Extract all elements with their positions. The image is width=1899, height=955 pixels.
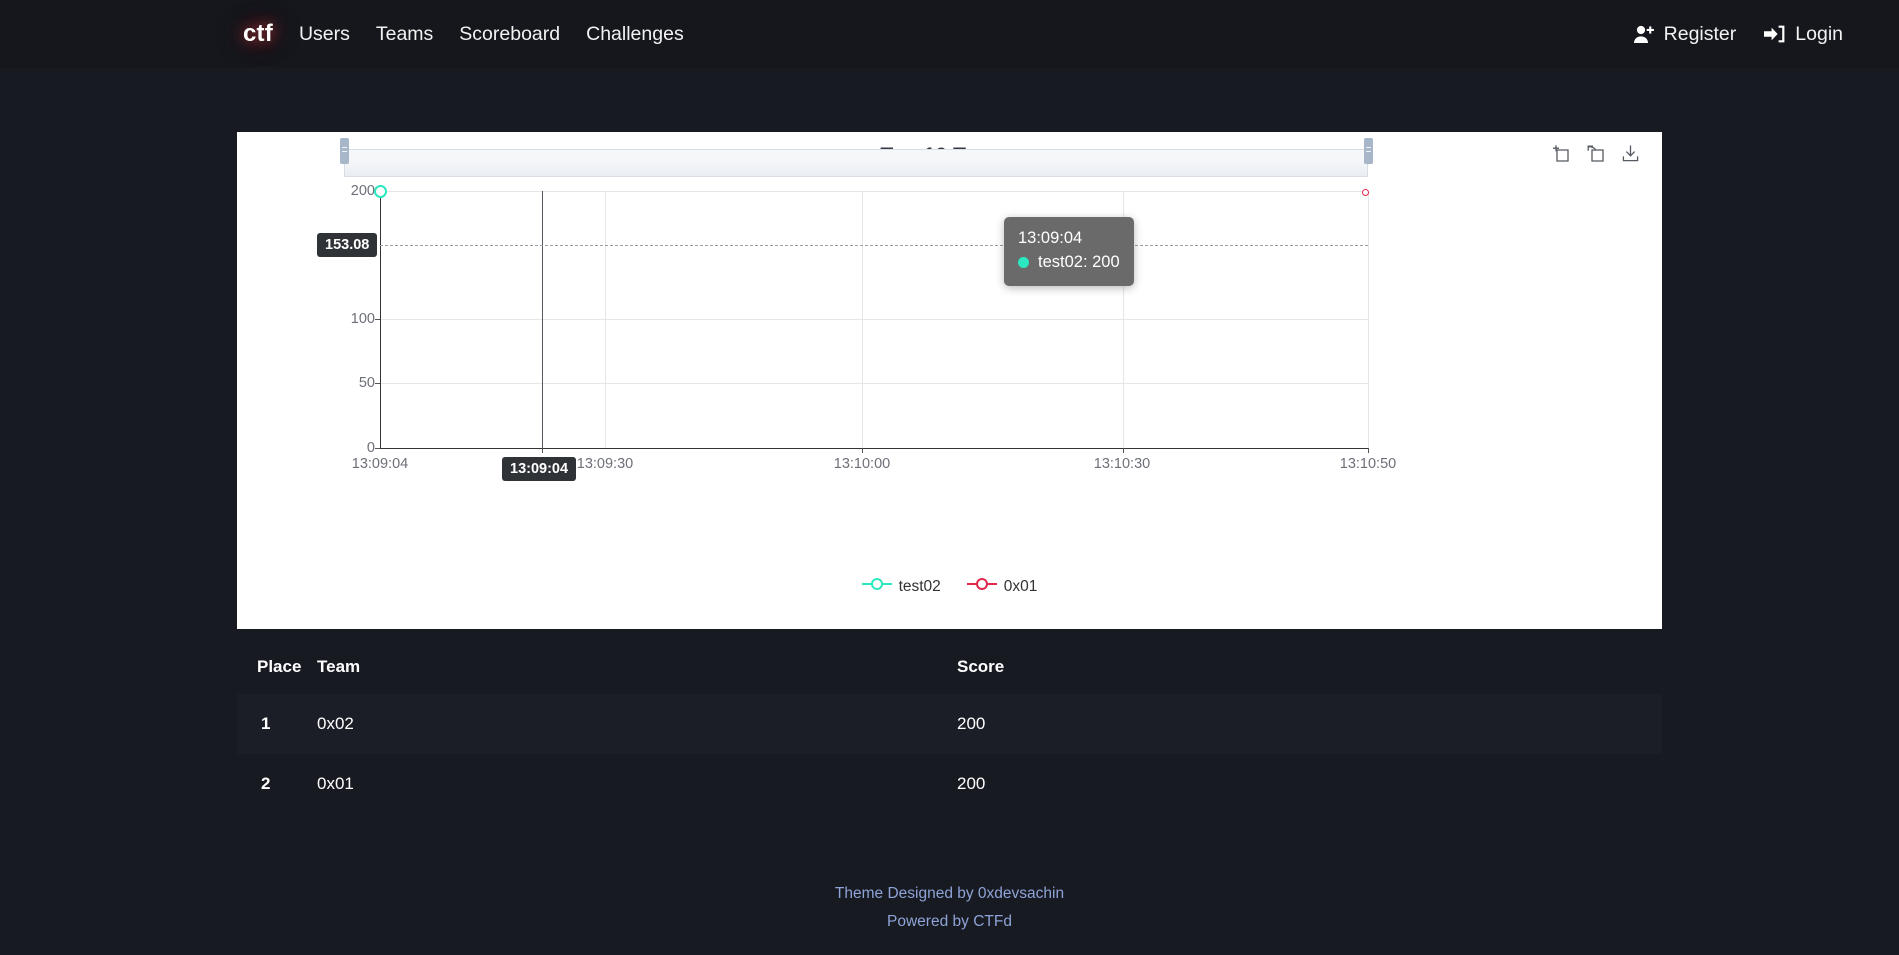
- chart-legend: test02 0x01: [237, 577, 1662, 596]
- register-button[interactable]: Register: [1633, 22, 1737, 46]
- tooltip-series-dot-icon: [1018, 257, 1029, 269]
- x-tick-3: 13:10:30: [1093, 456, 1151, 472]
- navbar-left-group: ctf Users Teams Scoreboard Challenges: [243, 20, 710, 48]
- scoreboard-chart-card: Top 10 Teams: [237, 132, 1662, 629]
- y-tick-0: 0: [366, 440, 375, 456]
- legend-label-0x01: 0x01: [1003, 577, 1038, 595]
- nav-link-users[interactable]: Users: [299, 23, 350, 46]
- table-row[interactable]: 1 0x02 200: [237, 694, 1662, 754]
- legend-item-test02[interactable]: test02: [861, 577, 941, 596]
- cell-place: 1: [261, 714, 271, 733]
- chart-tooltip: 13:09:04 test02: 200: [1004, 217, 1134, 286]
- y-axis-pointer-line: [380, 245, 1368, 246]
- theme-credit-link[interactable]: Theme Designed by 0xdevsachin: [835, 885, 1064, 902]
- y-tick-mark-100: [375, 319, 380, 320]
- cell-team[interactable]: 0x02: [317, 714, 957, 734]
- y-tick-200: 200: [350, 183, 375, 199]
- y-tick-50: 50: [358, 375, 375, 391]
- x-tick-0: 13:09:04: [351, 456, 409, 472]
- gridline-x-2: [605, 191, 606, 448]
- cell-score: 200: [957, 774, 986, 793]
- x-tick-2: 13:10:00: [833, 456, 891, 472]
- scoreboard-table: Place Team Score 1 0x02 200 2 0x01 200: [237, 640, 1662, 814]
- powered-by-link[interactable]: Powered by CTFd: [887, 913, 1012, 930]
- data-zoom-fill: [345, 150, 1367, 176]
- legend-marker-0x01-icon: [966, 577, 997, 596]
- series-point-0x01[interactable]: [1362, 189, 1369, 196]
- navbar-right-group: Register Login: [1633, 23, 1843, 46]
- top-navbar: ctf Users Teams Scoreboard Challenges Re…: [0, 0, 1899, 68]
- legend-label-test02: test02: [898, 577, 941, 595]
- tooltip-time: 13:09:04: [1018, 229, 1083, 247]
- user-plus-icon: [1633, 24, 1655, 44]
- x-tick-mark-3: [1123, 448, 1124, 453]
- table-row[interactable]: 2 0x01 200: [237, 754, 1662, 814]
- legend-marker-test02-icon: [861, 577, 892, 596]
- legend-item-0x01[interactable]: 0x01: [966, 577, 1038, 596]
- nav-link-challenges[interactable]: Challenges: [586, 23, 684, 46]
- data-zoom-slider[interactable]: [344, 149, 1368, 177]
- column-header-score: Score: [957, 657, 1005, 676]
- y-axis-line: [380, 191, 382, 449]
- gridline-x-3: [862, 191, 863, 448]
- x-tick-mark-1: [542, 448, 543, 453]
- table-header-row: Place Team Score: [237, 640, 1662, 694]
- series-point-test02[interactable]: [374, 185, 387, 198]
- brand-logo[interactable]: ctf: [243, 20, 273, 48]
- tooltip-series-row: test02: 200: [1018, 251, 1120, 275]
- data-zoom-handle-right[interactable]: [1364, 138, 1373, 164]
- column-header-team: Team: [317, 657, 361, 676]
- y-tick-mark-0: [375, 448, 380, 449]
- sign-in-icon: [1764, 24, 1786, 44]
- nav-link-scoreboard[interactable]: Scoreboard: [459, 23, 560, 46]
- y-tick-mark-50: [375, 383, 380, 384]
- y-axis-pointer-label: 153.08: [317, 233, 378, 257]
- gridline-x-5: [1368, 191, 1369, 448]
- login-button[interactable]: Login: [1764, 23, 1843, 46]
- column-header-place: Place: [257, 657, 302, 676]
- gridline-100: [380, 319, 1368, 320]
- x-tick-mark-4: [1368, 448, 1369, 453]
- register-label: Register: [1663, 22, 1737, 45]
- cell-team[interactable]: 0x01: [317, 774, 957, 794]
- gridline-200: [380, 191, 1368, 192]
- cell-score: 200: [957, 714, 986, 733]
- y-tick-100: 100: [350, 311, 375, 327]
- nav-link-teams[interactable]: Teams: [376, 23, 433, 46]
- cell-place: 2: [261, 774, 271, 793]
- chart-plot-area[interactable]: 200 100 50 0 13:09:04 13:09:30 13:10:00 …: [237, 132, 1662, 629]
- x-axis-line: [380, 448, 1369, 450]
- data-zoom-handle-left[interactable]: [340, 138, 349, 164]
- tooltip-series-value: test02: 200: [1038, 252, 1120, 271]
- page-footer: Theme Designed by 0xdevsachin Powered by…: [0, 880, 1899, 936]
- x-axis-pointer-label: 13:09:04: [502, 457, 577, 481]
- login-label: Login: [1795, 22, 1843, 45]
- x-tick-mark-2: [862, 448, 863, 453]
- gridline-50: [380, 383, 1368, 384]
- x-axis-pointer-line: [542, 191, 543, 448]
- x-tick-4: 13:10:50: [1339, 456, 1397, 472]
